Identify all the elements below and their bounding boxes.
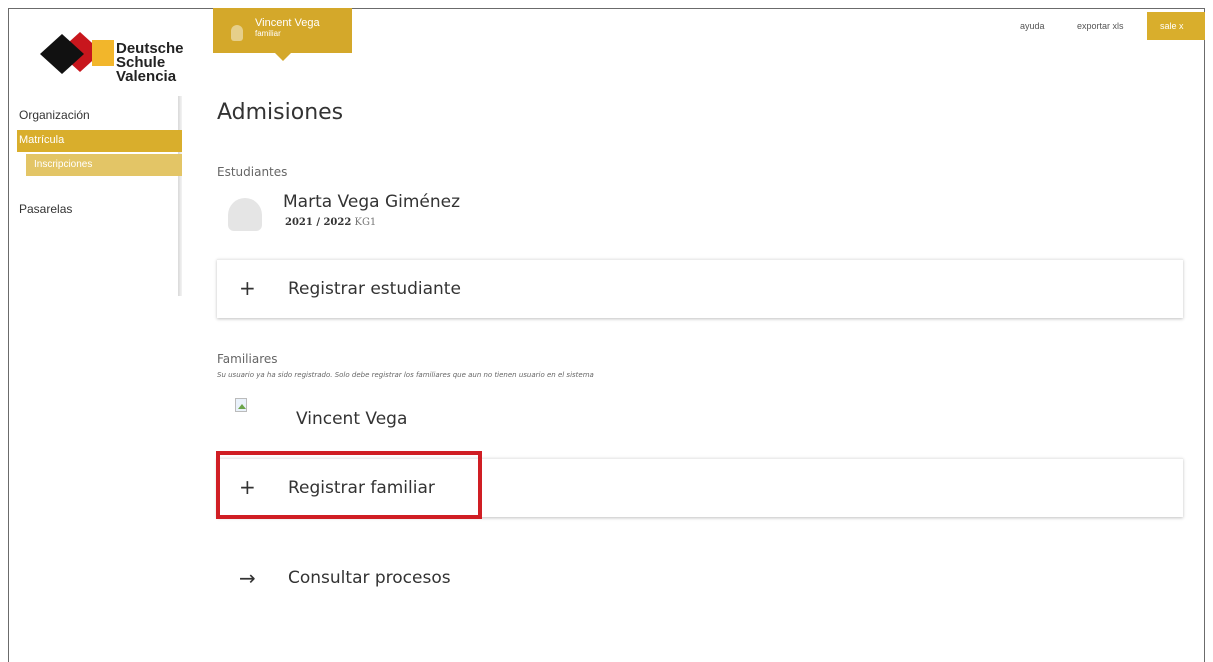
sidebar-subitem-inscripciones[interactable]: Inscripciones: [26, 154, 182, 176]
broken-image-icon: [235, 398, 247, 412]
plus-icon: +: [239, 276, 256, 300]
help-link[interactable]: ayuda: [1020, 21, 1045, 31]
export-xls-link[interactable]: exportar xls: [1077, 21, 1124, 31]
student-year: 2021 / 2022 KG1: [285, 217, 377, 228]
register-student-button[interactable]: + Registrar estudiante: [217, 259, 1183, 318]
user-avatar-icon: [231, 25, 243, 41]
sidebar-item-label: Matrícula: [19, 134, 65, 146]
user-profile-tab[interactable]: Vincent Vega familiar: [213, 8, 352, 61]
register-student-label: Registrar estudiante: [288, 279, 461, 299]
student-group: KG1: [354, 217, 377, 228]
student-name[interactable]: Marta Vega Giménez: [283, 192, 460, 212]
logout-button[interactable]: sale x: [1147, 12, 1205, 40]
sidebar-item-pasarelas[interactable]: Pasarelas: [19, 202, 72, 216]
user-name: Vincent Vega: [255, 17, 320, 29]
family-member-name[interactable]: Vincent Vega: [296, 409, 407, 429]
student-avatar: [228, 198, 262, 231]
consult-processes-label: Consultar procesos: [288, 568, 451, 588]
highlight-box: [216, 451, 482, 519]
sidebar-item-label: Inscripciones: [34, 159, 93, 170]
sidebar-divider: [178, 96, 182, 296]
arrow-right-icon: →: [239, 566, 256, 590]
logo-mark-icon: [40, 32, 114, 74]
sidebar-item-organizacion[interactable]: Organización: [19, 108, 90, 122]
family-note: Su usuario ya ha sido registrado. Solo d…: [217, 371, 594, 379]
family-section-label: Familiares: [217, 352, 278, 366]
user-role: familiar: [255, 29, 281, 38]
consult-processes-link[interactable]: → Consultar procesos: [217, 562, 617, 598]
logo-text: Deutsche Schule Valencia: [116, 40, 184, 85]
page-title: Admisiones: [217, 100, 344, 125]
students-section-label: Estudiantes: [217, 165, 288, 179]
sidebar-item-matricula[interactable]: Matrícula: [17, 130, 182, 152]
